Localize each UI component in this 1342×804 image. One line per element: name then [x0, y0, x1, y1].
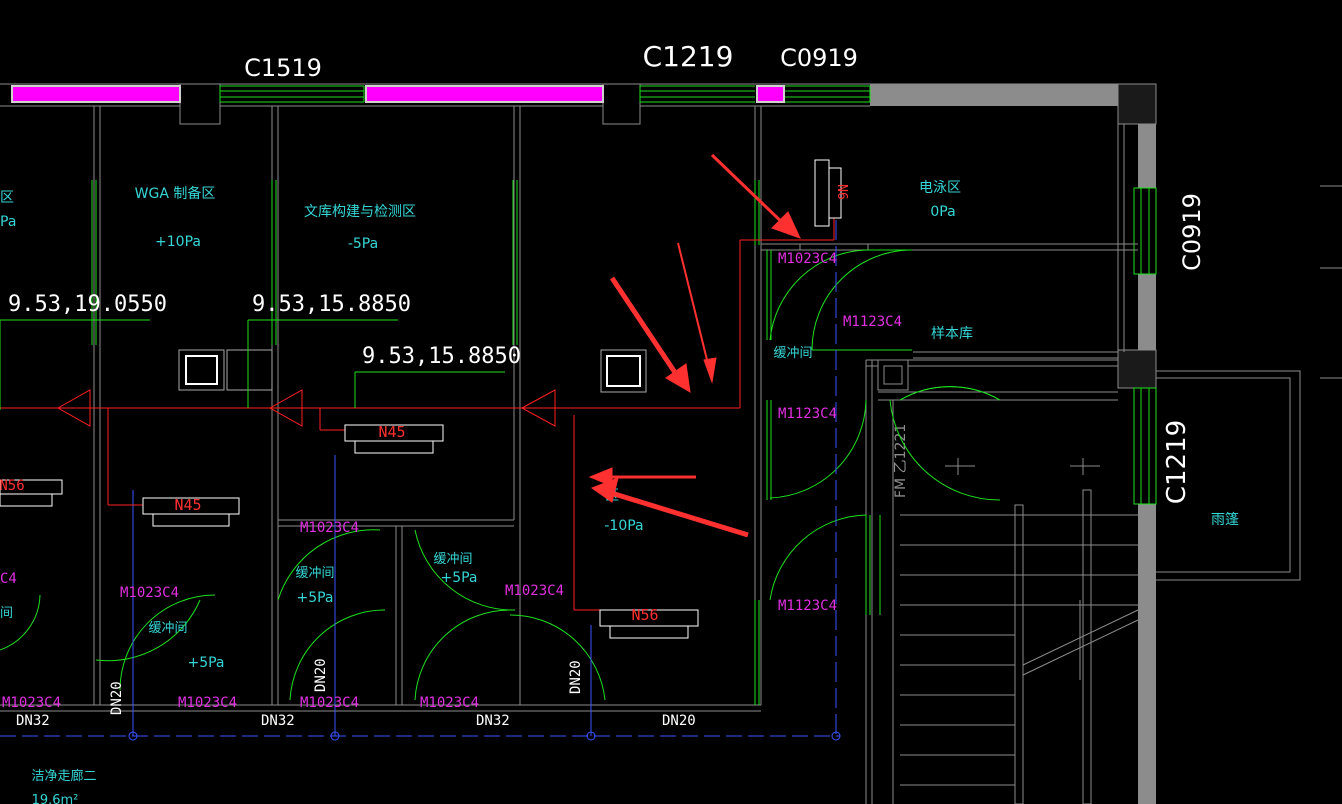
room-name-left-lower: 间 [0, 606, 13, 621]
door-label-1: M1023C4 [778, 251, 837, 267]
room-pressure-buffer-2: +5Pa [296, 590, 333, 606]
window-label-c1219-side: C1219 [1162, 420, 1192, 504]
window-label-c0919-side: C0919 [1178, 193, 1206, 271]
room-pressure-buffer-1: +5Pa [187, 655, 224, 671]
cad-drawing-canvas[interactable]: C1519 C1219 C0919 C0919 C1219 FM 乙1221 N… [0, 0, 1342, 804]
door-label-6: M1023C4 [120, 585, 179, 601]
equipment-label-n56-a: N56 [631, 606, 658, 624]
pipe-label-dn20-c: DN20 [313, 658, 329, 692]
room-pressure-left: Pa [0, 214, 16, 230]
room-name-buffer-2: 缓冲间 [295, 566, 334, 581]
room-name-library: 文库构建与检测区 [304, 204, 416, 220]
pipe-label-dn32-c: DN32 [476, 713, 510, 729]
room-pressure-center: -10Pa [604, 518, 643, 534]
room-name-buffer-3: 缓冲间 [433, 552, 472, 567]
door-label-9: M1023C4 [178, 695, 237, 711]
door-label-3: M1123C4 [778, 406, 837, 422]
pipe-label-dn32-a: DN32 [16, 713, 50, 729]
fire-door-label: FM 乙1221 [893, 424, 909, 498]
room-area-corridor: 19.6m² [32, 793, 79, 804]
room-pressure-wga: +10Pa [155, 234, 201, 250]
room-name-left: 区 [0, 190, 14, 206]
equipment-label-n45-a: N45 [174, 496, 201, 514]
pipe-label-dn20-b: DN20 [109, 681, 125, 715]
room-name-canopy: 雨篷 [1211, 512, 1239, 528]
pipe-label-dn20-d: DN20 [568, 660, 584, 694]
room-name-corridor: 洁净走廊二 [31, 768, 96, 784]
door-label-7: M1023C4 [505, 583, 564, 599]
room-name-buffer-right: 缓冲间 [773, 346, 812, 361]
door-label-2: M1123C4 [843, 314, 902, 330]
door-label-11: M1023C4 [420, 695, 479, 711]
dim-label-1: 9.53,19.0550 [8, 292, 167, 317]
pipe-label-dn32-b: DN32 [261, 713, 295, 729]
equipment-label-n45-b: N45 [378, 423, 405, 441]
door-label-8: M1023C4 [2, 695, 61, 711]
window-label-c1219-top: C1219 [643, 40, 734, 73]
room-name-sample-store: 样本库 [931, 326, 973, 342]
room-name-electrophoresis: 电泳区 [919, 180, 961, 196]
door-label-10: M1023C4 [300, 695, 359, 711]
door-label-12: C4 [0, 571, 17, 587]
door-label-4: M1123C4 [778, 598, 837, 614]
room-name-wga: WGA 制备区 [135, 185, 216, 202]
dim-label-3: 9.53,15.8850 [362, 344, 521, 369]
window-label-c0919-top: C0919 [780, 44, 858, 72]
equipment-label-n56-b: N56 [0, 478, 25, 494]
room-pressure-buffer-3: +5Pa [440, 570, 477, 586]
window-label-c1519: C1519 [244, 54, 322, 82]
dim-label-2: 9.53,15.8850 [252, 292, 411, 317]
room-pressure-electrophoresis: 0Pa [930, 204, 955, 220]
room-name-buffer-1: 缓冲间 [148, 621, 187, 636]
equipment-label-n6: N6 [834, 184, 849, 200]
door-label-5: M1023C4 [300, 520, 359, 536]
room-pressure-library: -5Pa [348, 236, 378, 252]
pipe-label-dn20-a: DN20 [662, 713, 696, 729]
